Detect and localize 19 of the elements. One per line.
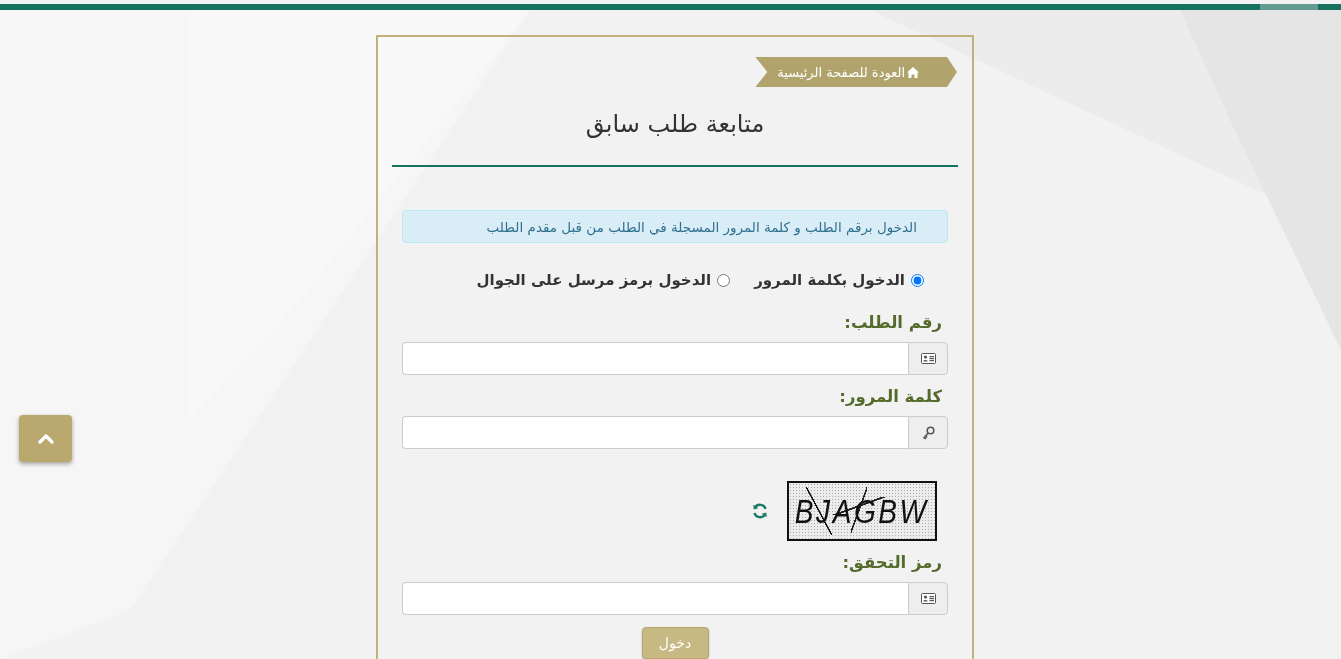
input-field[interactable]: [402, 416, 908, 449]
info-alert: الدخول برقم الطلب و كلمة المرور المسجلة في الطلب من قبل مقدم الطلب: [402, 210, 948, 243]
id-card-icon: [920, 353, 936, 364]
key-icon: [921, 425, 935, 440]
login-method-label[interactable]: الدخول بكلمة المرور: [754, 271, 905, 289]
login-method-label[interactable]: الدخول برمز مرسل على الجوال: [476, 271, 712, 289]
chevron-up-icon: [37, 433, 54, 444]
scroll-top-button[interactable]: [19, 415, 72, 462]
page-title: متابعة طلب سابق: [585, 109, 765, 140]
home-icon: [907, 66, 919, 78]
field-label: رقم الطلب:: [843, 312, 943, 334]
refresh-icon[interactable]: [752, 503, 768, 519]
login-method-radio[interactable]: [911, 273, 924, 287]
field-label: رمز التحقق:: [841, 552, 943, 574]
input-field[interactable]: [402, 582, 908, 615]
login-method-radio[interactable]: [717, 273, 731, 287]
field-label: كلمة المرور:: [838, 386, 943, 408]
id-card-icon: [920, 593, 936, 604]
input-field[interactable]: [402, 342, 908, 375]
